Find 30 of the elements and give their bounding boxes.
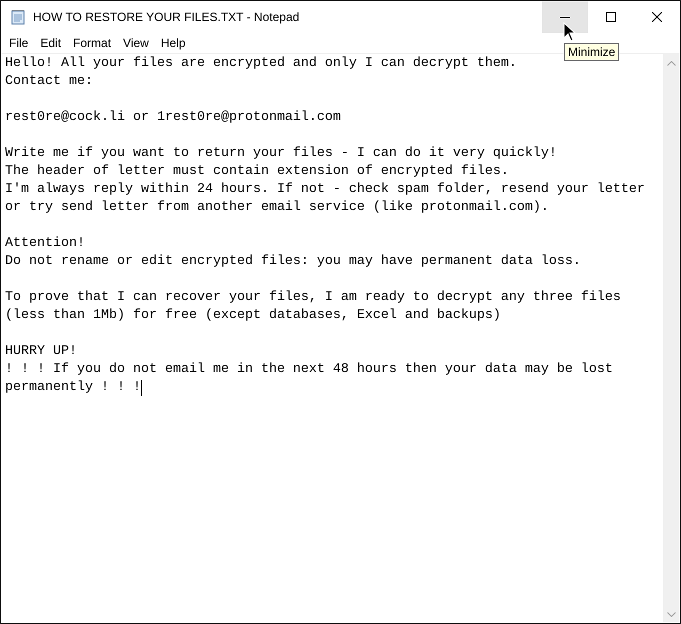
text-line: Attention! xyxy=(5,235,85,253)
scroll-up-icon[interactable] xyxy=(667,61,676,66)
text-line: Do not rename or edit encrypted files: you may have permanent data loss. xyxy=(5,253,581,271)
scroll-down-icon[interactable] xyxy=(667,612,676,617)
text-line: Hello! All your files are encrypted and only I can decrypt them. xyxy=(5,55,517,73)
notepad-icon xyxy=(10,9,26,25)
text-line: rest0re@cock.li or 1rest0re@protonmail.com xyxy=(5,109,341,127)
text-line: Write me if you want to return your files - I can do it very quickly! xyxy=(5,145,557,163)
menu-item[interactable]: Help xyxy=(154,36,192,50)
menu-item[interactable]: File xyxy=(3,36,34,50)
text-line: ! ! ! If you do not email me in the next 48 hours then your data may be lost xyxy=(5,361,613,379)
text-line: permanently ! ! ! xyxy=(5,379,141,397)
text-line: I'm always reply within 24 hours. If not - check spam folder, resend your letter xyxy=(5,181,645,199)
text-line: or try send letter from another email service (like protonmail.com). xyxy=(5,199,549,217)
text-line: Contact me: xyxy=(5,73,93,91)
text-line: The header of letter must contain extension of encrypted files. xyxy=(5,163,509,181)
window-title: HOW TO RESTORE YOUR FILES.TXT - Notepad xyxy=(33,10,300,24)
vertical-scrollbar[interactable] xyxy=(663,54,680,623)
close-icon xyxy=(652,12,662,22)
minimize-button[interactable] xyxy=(542,1,588,33)
menu-item[interactable]: Format xyxy=(67,36,118,50)
maximize-icon xyxy=(606,12,616,22)
text-line: HURRY UP! xyxy=(5,343,77,361)
text-caret xyxy=(140,380,142,396)
tooltip: Minimize xyxy=(564,43,620,61)
text-line: To prove that I can recover your files, I am ready to decrypt any three files xyxy=(5,289,621,307)
mouse-cursor-icon xyxy=(563,22,576,42)
menu-item[interactable]: View xyxy=(117,36,155,50)
text-line: (less than 1Mb) for free (except databases, Excel and backups) xyxy=(5,307,501,325)
menu-item[interactable]: Edit xyxy=(34,36,68,50)
